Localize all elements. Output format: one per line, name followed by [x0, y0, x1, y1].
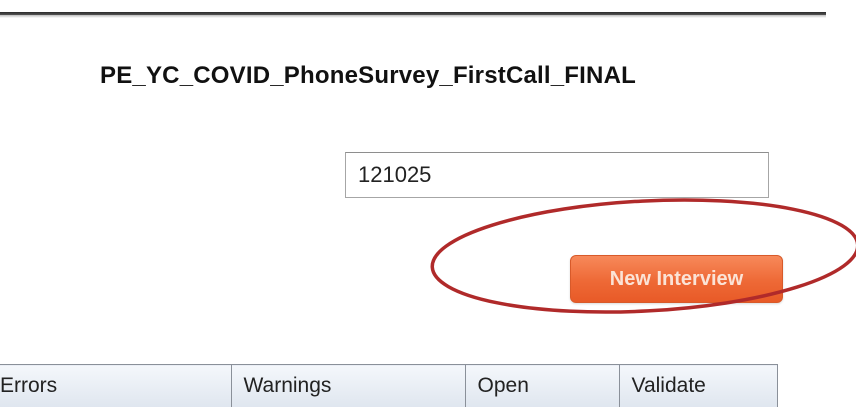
column-header-validate[interactable]: Validate [618, 364, 778, 407]
survey-panel: PE_YC_COVID_PhoneSurvey_FirstCall_FINAL … [0, 0, 856, 407]
column-header-errors[interactable]: Errors [0, 364, 232, 407]
top-divider-shadow [0, 15, 826, 18]
new-interview-button[interactable]: New Interview [570, 255, 783, 303]
interview-id-input[interactable] [345, 152, 769, 198]
survey-title: PE_YC_COVID_PhoneSurvey_FirstCall_FINAL [100, 62, 636, 89]
column-header-warnings[interactable]: Warnings [230, 364, 466, 407]
results-table-header: Errors Warnings Open Validate [0, 364, 778, 407]
table-header-row: Errors Warnings Open Validate [0, 364, 778, 407]
column-header-open[interactable]: Open [464, 364, 620, 407]
